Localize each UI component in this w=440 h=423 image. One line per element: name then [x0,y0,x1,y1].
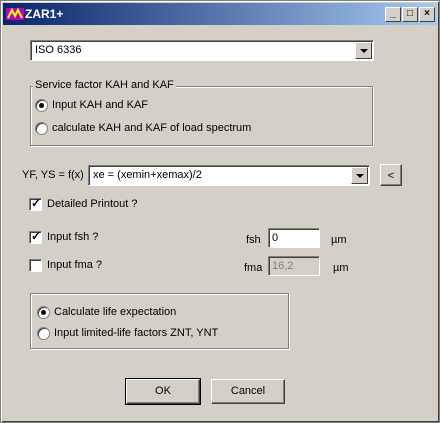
close-button[interactable]: × [419,7,435,22]
ok-button-label: OK [155,385,171,397]
minimize-button[interactable]: _ [385,7,401,22]
app-icon [6,7,24,20]
maximize-button[interactable]: □ [402,7,418,22]
service-factor-group [30,86,373,146]
standard-select[interactable]: ISO 6336 [30,40,374,61]
window-title: ZAR1+ [25,7,64,21]
yf-ys-label: YF, YS = f(x) [22,169,84,181]
life-group [30,293,289,349]
fsh-input[interactable]: 0 [268,228,320,248]
fsh-input-value: 0 [272,232,279,244]
input-fsh-checkbox[interactable] [29,229,42,244]
fma-input-value: 16,2 [272,260,294,272]
yf-ys-select[interactable]: xe = (xemin+xemax)/2 [88,165,370,186]
yf-ys-select-value: xe = (xemin+xemax)/2 [93,169,202,181]
radio-calculate-life-label: Calculate life expectation [54,306,177,318]
chevron-left-icon: < [387,170,395,182]
radio-input-kah-kaf[interactable] [35,99,48,112]
radio-calculate-kah-kaf-label: calculate KAH and KAF of load spectrum [52,122,252,134]
fma-field-label: fma [244,262,263,274]
radio-calculate-life[interactable] [37,306,50,319]
input-fsh-label: Input fsh ? [47,231,99,243]
chevron-down-icon[interactable] [355,42,372,59]
detailed-printout-label: Detailed Printout ? [47,198,138,210]
radio-limited-life-factors[interactable] [37,327,50,340]
cancel-button[interactable]: Cancel [211,379,285,404]
detailed-printout-checkbox[interactable] [29,196,42,211]
fsh-field-label: fsh [246,234,261,246]
radio-limited-life-factors-label: Input limited-life factors ZNT, YNT [54,327,219,339]
title-bar[interactable]: ZAR1+ _ □ × [3,3,437,25]
input-fma-label: Input fma ? [47,259,103,271]
fma-input[interactable]: 16,2 [268,256,320,276]
standard-select-value: ISO 6336 [35,44,82,56]
radio-input-kah-kaf-label: Input KAH and KAF [52,99,148,111]
cancel-button-label: Cancel [230,385,266,397]
dialog-window: ZAR1+ _ □ × ISO 6336 Service factor KAH … [0,0,440,423]
yf-ys-back-button[interactable]: < [380,164,402,186]
input-fma-checkbox[interactable] [29,259,42,272]
chevron-down-icon[interactable] [351,167,368,184]
fsh-unit: µm [331,234,347,246]
ok-button[interactable]: OK [125,378,201,405]
radio-calculate-kah-kaf[interactable] [35,122,48,135]
fma-unit: µm [333,262,349,274]
service-factor-legend: Service factor KAH and KAF [33,79,176,91]
